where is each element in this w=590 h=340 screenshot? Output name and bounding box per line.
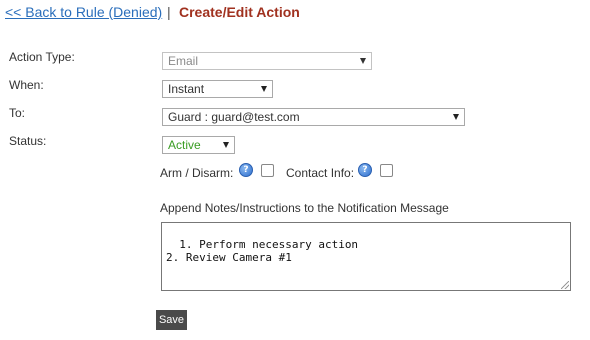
chevron-down-icon	[453, 114, 459, 120]
status-value: Active	[168, 138, 201, 152]
notes-label: Append Notes/Instructions to the Notific…	[160, 201, 449, 215]
back-to-rule-link[interactable]: << Back to Rule (Denied)	[5, 4, 162, 20]
action-type-select: Email	[162, 52, 372, 70]
resize-handle-icon[interactable]	[561, 281, 569, 289]
chevron-down-icon	[360, 58, 366, 64]
action-type-label: Action Type:	[9, 50, 75, 64]
notes-textarea[interactable]: 1. Perform necessary action 2. Review Ca…	[161, 222, 571, 291]
status-select[interactable]: Active	[162, 136, 235, 154]
arm-disarm-label: Arm / Disarm:	[160, 166, 234, 180]
action-type-value: Email	[168, 54, 199, 68]
page-title: Create/Edit Action	[179, 4, 300, 20]
contact-info-checkbox[interactable]	[380, 164, 393, 177]
to-select[interactable]: Guard : guard@test.com	[162, 108, 465, 126]
chevron-down-icon	[223, 142, 229, 148]
contact-info-label: Contact Info:	[286, 166, 355, 180]
to-label: To:	[9, 106, 26, 120]
help-icon[interactable]: ?	[239, 163, 253, 177]
header-separator: |	[167, 4, 171, 20]
to-value: Guard : guard@test.com	[168, 110, 300, 124]
chevron-down-icon	[261, 86, 267, 92]
when-label: When:	[9, 78, 44, 92]
notes-text: 1. Perform necessary action 2. Review Ca…	[166, 238, 359, 264]
when-select[interactable]: Instant	[162, 80, 273, 98]
save-button[interactable]: Save	[156, 310, 187, 330]
help-icon[interactable]: ?	[358, 163, 372, 177]
when-value: Instant	[168, 82, 205, 96]
status-label: Status:	[9, 134, 47, 148]
arm-disarm-checkbox[interactable]	[261, 164, 274, 177]
